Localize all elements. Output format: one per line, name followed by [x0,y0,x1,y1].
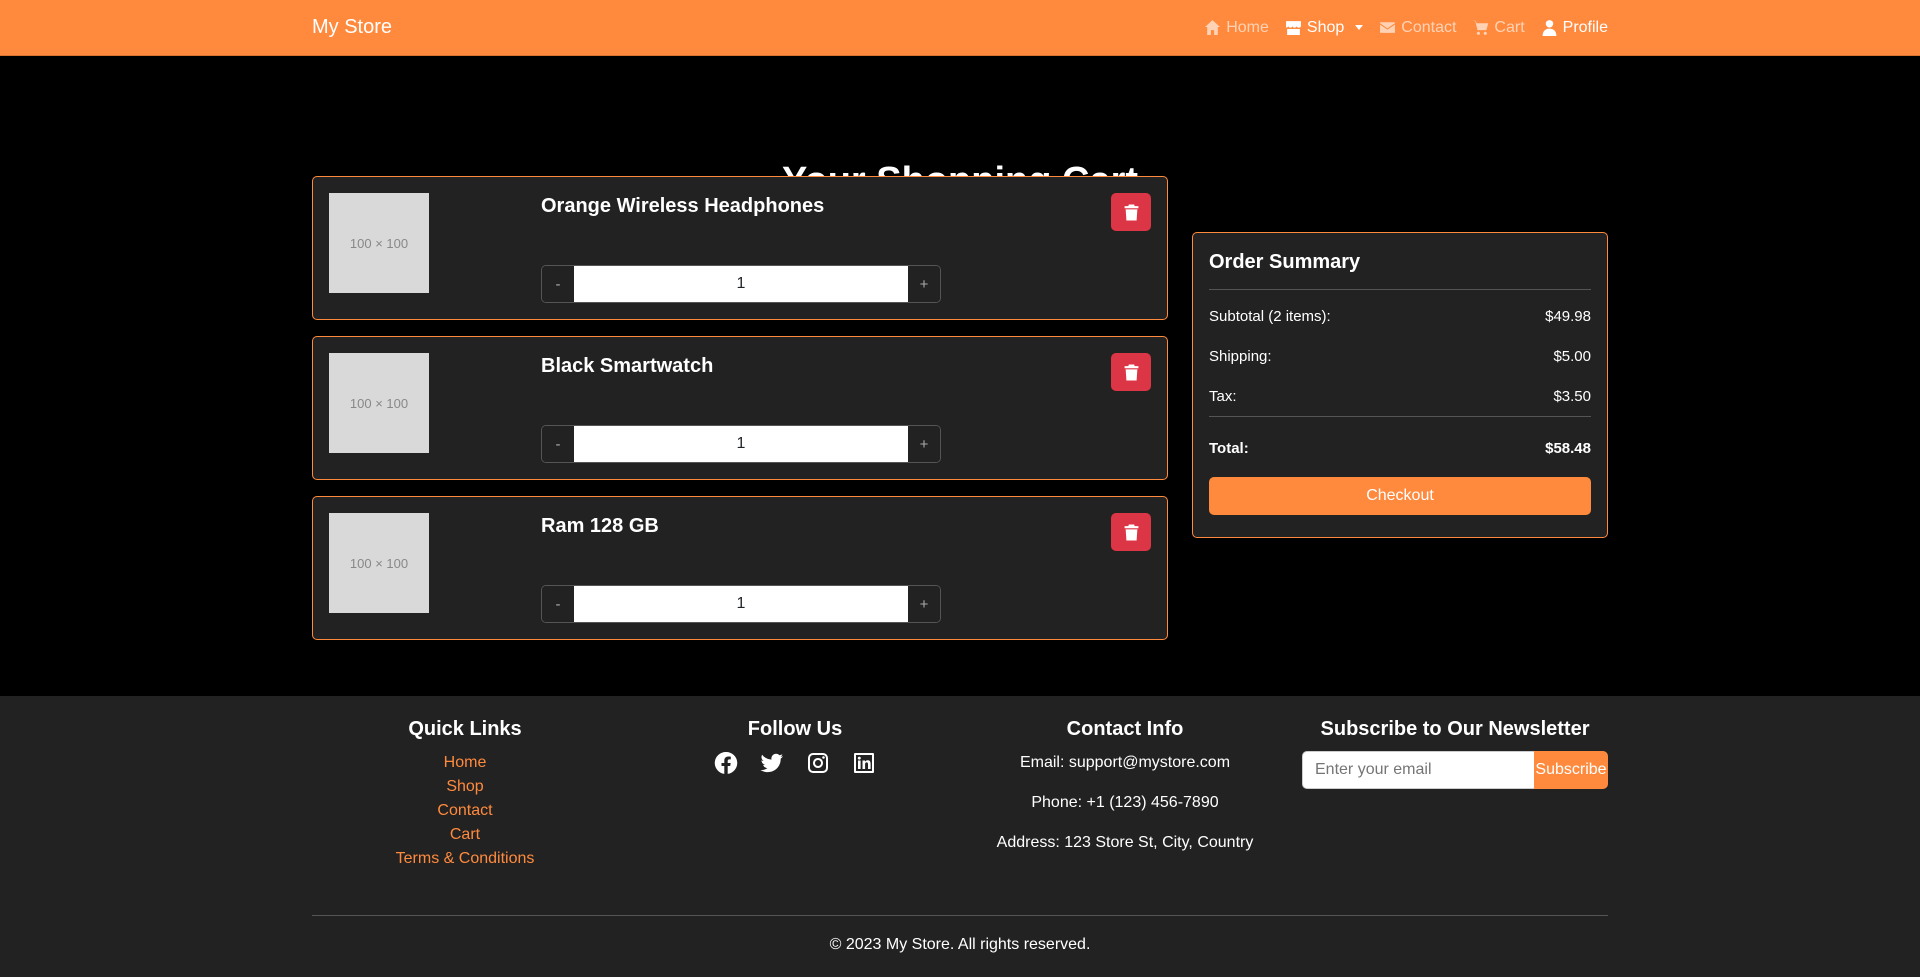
subtotal-row: Subtotal (2 items): $49.98 [1209,296,1591,336]
cart-item: 100 × 100 Orange Wireless Headphones - + [312,176,1168,320]
tax-value: $3.50 [1553,387,1591,405]
navbar: My Store Home Shop Contact Cart Profile [0,0,1920,56]
contact-email: Email: support@mystore.com [1019,754,1231,771]
store-icon [1285,21,1301,35]
social-links [630,751,960,780]
newsletter-section: Subscribe to Our Newsletter Subscribe [1302,718,1608,789]
footer-link-cart[interactable]: Cart [300,823,630,847]
quantity-input[interactable] [574,426,908,462]
nav-profile-link[interactable]: Profile [1541,19,1608,37]
total-value: $58.48 [1545,439,1591,457]
quantity-input[interactable] [574,586,908,622]
nav-contact-link[interactable]: Contact [1379,19,1456,37]
quantity-stepper: - + [541,265,941,303]
user-icon [1542,20,1557,36]
subtotal-label: Subtotal (2 items): [1209,307,1331,325]
decrease-quantity-button[interactable]: - [542,266,574,302]
decrease-quantity-button[interactable]: - [542,426,574,462]
product-image: 100 × 100 [329,513,429,613]
shipping-value: $5.00 [1553,347,1591,365]
newsletter-title: Subscribe to Our Newsletter [1320,718,1590,740]
home-icon [1205,20,1221,35]
footer-link-shop[interactable]: Shop [300,775,630,799]
contact-phone: Phone: +1 (123) 456-7890 [1031,794,1219,811]
quick-links-section: Quick Links Home Shop Contact Cart Terms… [300,718,630,871]
trash-icon [1124,524,1138,540]
newsletter-form: Subscribe [1302,751,1608,789]
nav-cart-link[interactable]: Cart [1472,18,1525,37]
footer-link-terms[interactable]: Terms & Conditions [300,847,630,871]
total-label: Total: [1209,439,1249,457]
footer: Quick Links Home Shop Contact Cart Terms… [0,696,1920,977]
nav-links: Home Shop Contact Cart Profile [1204,19,1608,37]
remove-item-button[interactable] [1111,193,1151,231]
quantity-stepper: - + [541,425,941,463]
subtotal-value: $49.98 [1545,307,1591,325]
increase-quantity-button[interactable]: + [908,426,940,462]
product-image: 100 × 100 [329,353,429,453]
subscribe-button[interactable]: Subscribe [1534,751,1608,789]
product-image: 100 × 100 [329,193,429,293]
brand-logo[interactable]: My Store [312,16,392,39]
quantity-stepper: - + [541,585,941,623]
nav-shop-dropdown[interactable]: Shop [1285,18,1364,37]
footer-link-home[interactable]: Home [300,751,630,775]
total-row: Total: $58.48 [1209,423,1591,473]
footer-divider [312,915,1608,916]
increase-quantity-button[interactable]: + [908,266,940,302]
facebook-icon [714,751,738,774]
quick-links-title: Quick Links [408,718,522,740]
nav-contact-label: Contact [1401,18,1457,36]
contact-info-title: Contact Info [1066,718,1184,740]
footer-link-contact[interactable]: Contact [300,799,630,823]
quantity-input[interactable] [574,266,908,302]
newsletter-email-input[interactable] [1302,751,1534,789]
facebook-link[interactable] [714,751,738,780]
envelope-icon [1380,22,1396,33]
cart-icon [1472,20,1489,35]
nav-profile-label: Profile [1562,18,1608,36]
twitter-icon [760,753,783,773]
order-summary-title: Order Summary [1209,251,1361,273]
tax-row: Tax: $3.50 [1209,376,1591,416]
linkedin-icon [854,753,874,773]
cart-item: 100 × 100 Ram 128 GB - + [312,496,1168,640]
product-name: Ram 128 GB [541,515,659,537]
follow-us-section: Follow Us [630,718,960,780]
checkout-button[interactable]: Checkout [1209,477,1591,515]
shipping-row: Shipping: $5.00 [1209,336,1591,376]
cart-page: Your Shopping Cart 100 × 100 Orange Wire… [0,56,1920,696]
linkedin-link[interactable] [852,751,876,780]
contact-address: Address: 123 Store St, City, Country [996,834,1254,851]
product-name: Black Smartwatch [541,355,714,377]
increase-quantity-button[interactable]: + [908,586,940,622]
trash-icon [1124,204,1138,220]
divider [1209,289,1591,290]
product-name: Orange Wireless Headphones [541,195,825,217]
twitter-link[interactable] [760,751,784,780]
chevron-down-icon [1355,25,1364,30]
divider [1209,416,1591,417]
decrease-quantity-button[interactable]: - [542,586,574,622]
contact-info-section: Contact Info Email: support@mystore.com … [960,718,1290,871]
remove-item-button[interactable] [1111,513,1151,551]
nav-home-link[interactable]: Home [1204,19,1269,37]
shipping-label: Shipping: [1209,347,1272,365]
instagram-link[interactable] [806,751,830,780]
nav-shop-label: Shop [1306,18,1345,36]
follow-us-title: Follow Us [747,718,843,740]
cart-item: 100 × 100 Black Smartwatch - + [312,336,1168,480]
order-summary: Order Summary Subtotal (2 items): $49.98… [1192,232,1608,538]
copyright-text: © 2023 My Store. All rights reserved. [829,936,1091,953]
instagram-icon [808,753,828,773]
trash-icon [1124,364,1138,380]
tax-label: Tax: [1209,387,1237,405]
nav-home-label: Home [1226,18,1269,36]
nav-cart-label: Cart [1494,18,1525,36]
remove-item-button[interactable] [1111,353,1151,391]
